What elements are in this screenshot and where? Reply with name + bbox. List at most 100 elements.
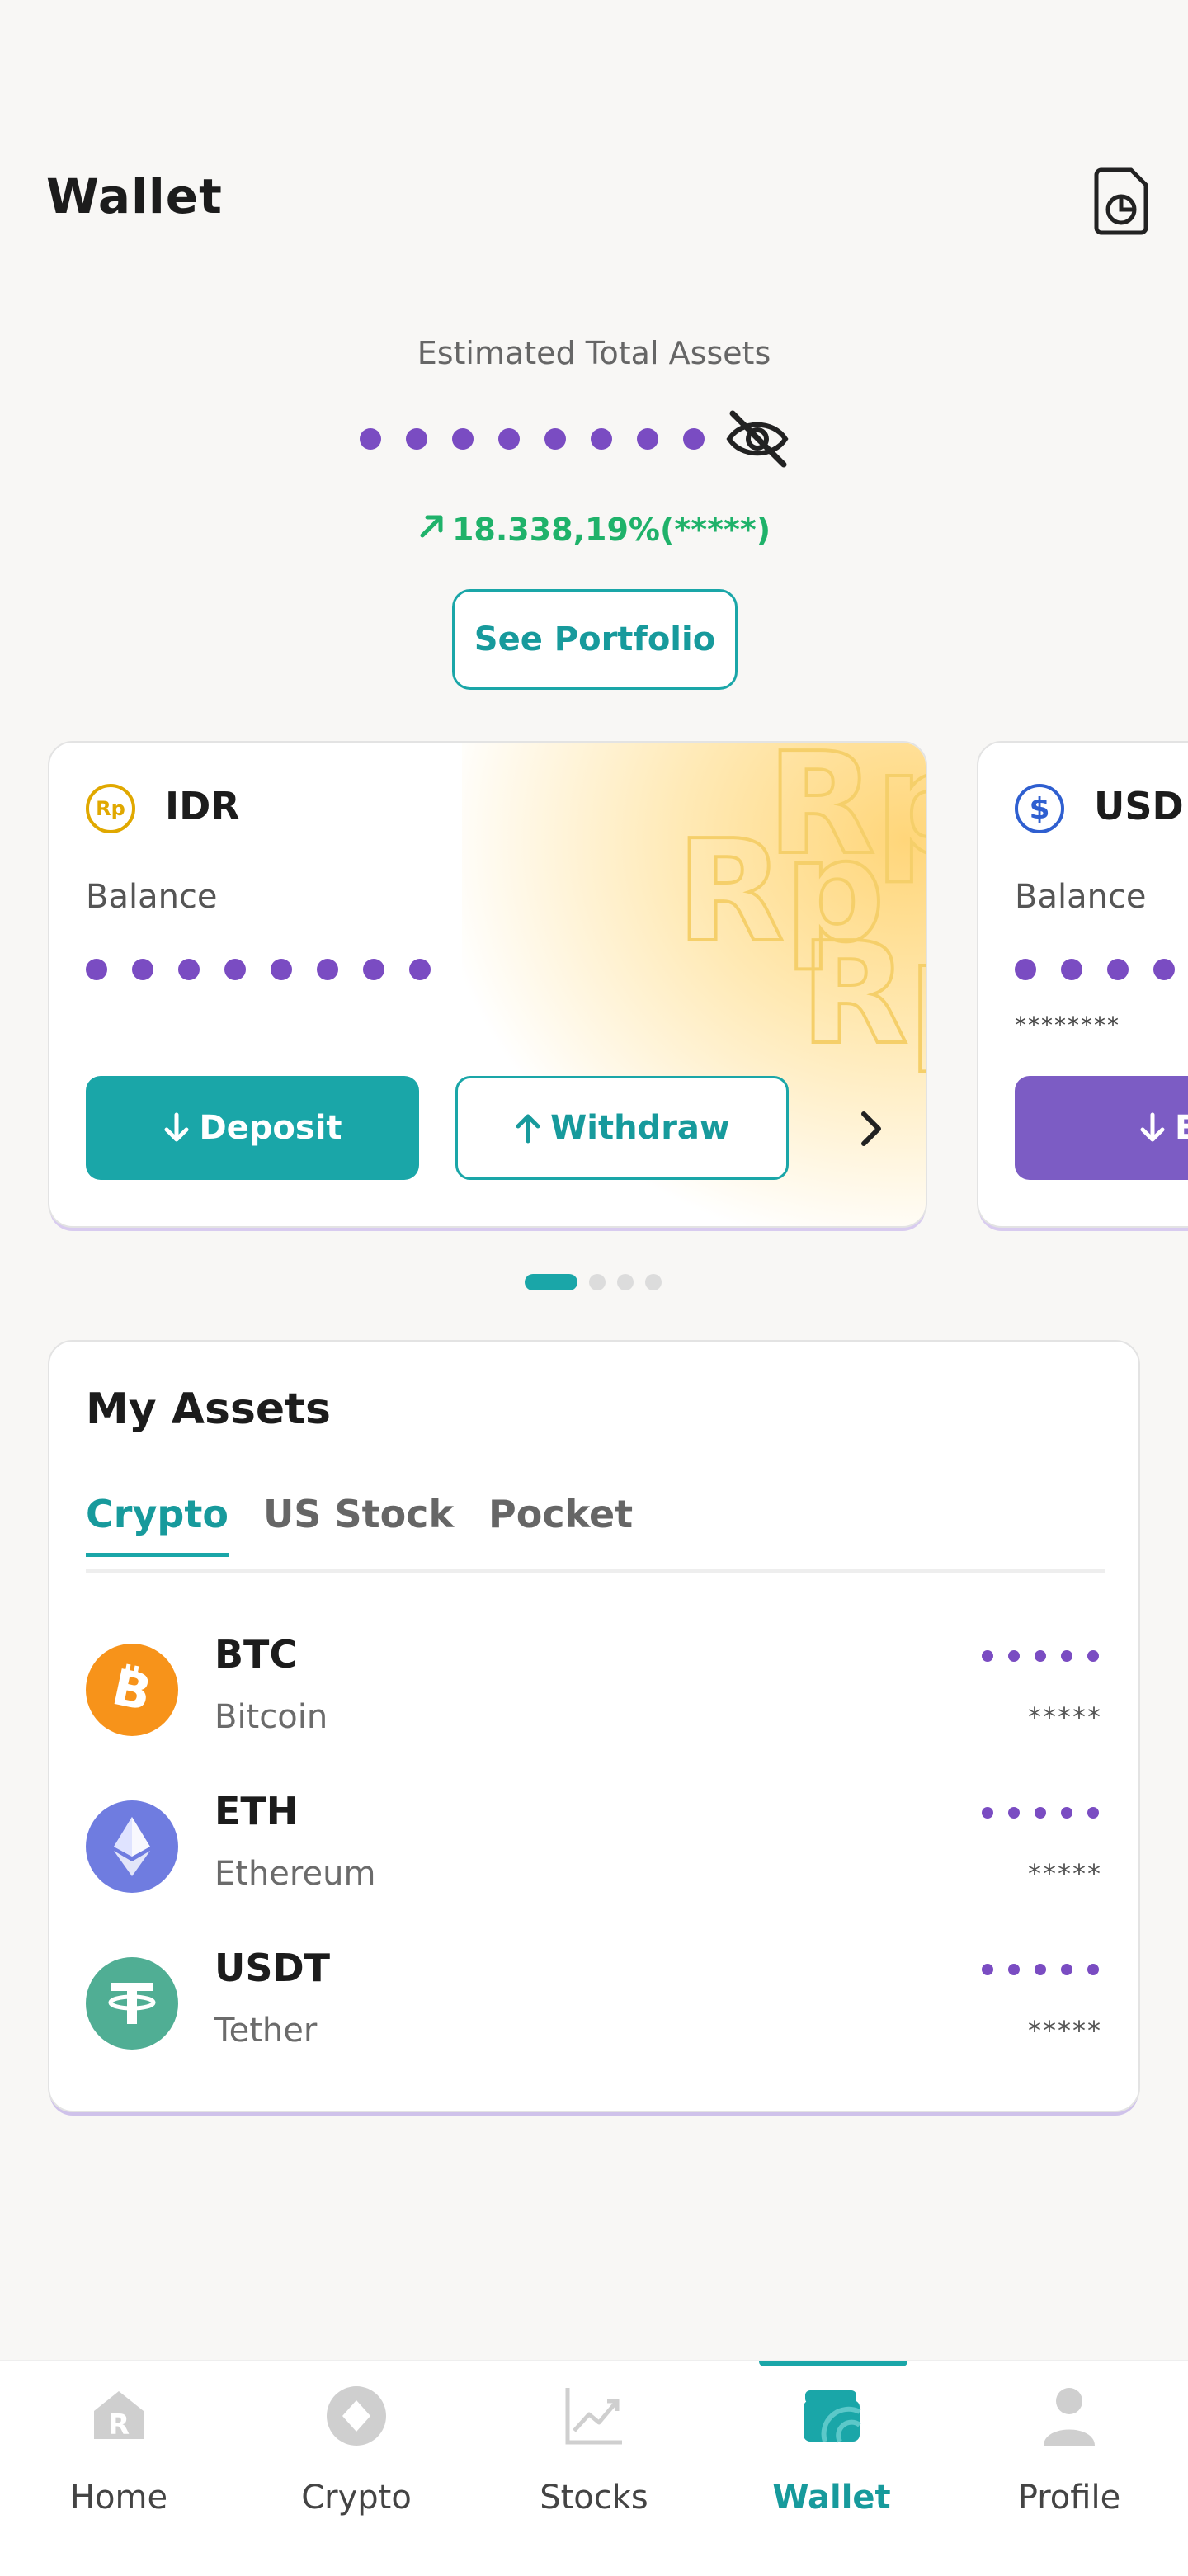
bitcoin-icon: B <box>86 1644 178 1736</box>
usd-action-label: E <box>1175 1109 1188 1147</box>
mask-dot <box>498 428 520 450</box>
svg-text:R: R <box>108 2409 130 2442</box>
nav-label: Home <box>69 2479 168 2517</box>
dollar-icon: $ <box>1015 784 1064 833</box>
pager-dot-active[interactable] <box>525 1274 578 1290</box>
stocks-chart-icon <box>559 2381 629 2451</box>
asset-row-usdt[interactable]: USDT Tether ***** <box>86 1946 1106 2078</box>
mask-dot <box>1015 959 1036 980</box>
rp-watermark: Rp <box>799 913 926 1076</box>
mask-dot <box>317 959 338 980</box>
nav-stocks[interactable]: Stocks <box>475 2381 713 2517</box>
value-masked: ***** <box>1028 1701 1102 1733</box>
mask-dot <box>1107 959 1129 980</box>
asset-symbol: BTC <box>214 1632 298 1677</box>
eye-off-icon <box>726 410 789 468</box>
nav-label: Profile <box>1017 2479 1121 2517</box>
idr-wallet-card[interactable]: Rp Rp Rp Rp IDR Balance Deposit Withdraw <box>48 741 927 1228</box>
asset-name: Tether <box>214 2012 318 2050</box>
withdraw-button[interactable]: Withdraw <box>455 1076 789 1180</box>
nav-crypto[interactable]: Crypto <box>238 2381 475 2517</box>
pager-dot[interactable] <box>589 1274 606 1290</box>
asset-symbol: USDT <box>214 1946 331 1990</box>
mask-dot <box>637 428 658 450</box>
home-icon: R <box>84 2381 153 2451</box>
asset-row-eth[interactable]: ETH Ethereum ***** <box>86 1789 1106 1921</box>
chevron-right-icon <box>861 1111 881 1146</box>
arrow-down-icon <box>164 1112 189 1142</box>
active-tab-indicator <box>759 2361 908 2366</box>
arrow-down-icon <box>1140 1112 1165 1142</box>
mask-dot <box>224 959 246 980</box>
masked-amount: ******** <box>1015 1012 1120 1039</box>
arrow-up-right-icon <box>417 512 446 548</box>
mask-dot <box>1153 959 1175 980</box>
card-pager <box>525 1274 673 1290</box>
bottom-navigation: R Home Crypto Stocks Wallet Profile <box>0 2360 1188 2576</box>
asset-name: Ethereum <box>214 1855 376 1893</box>
usd-wallet-card[interactable]: $ USD Balance ******** E <box>977 741 1188 1228</box>
toggle-visibility-button[interactable] <box>724 406 790 472</box>
profit-change: 18.338,19%(*****) <box>0 512 1188 548</box>
nav-label: Stocks <box>540 2479 648 2517</box>
asset-row-btc[interactable]: B BTC Bitcoin ***** <box>86 1632 1106 1764</box>
nav-label: Wallet <box>772 2479 891 2517</box>
balance-masked <box>86 959 455 980</box>
report-button[interactable] <box>1087 162 1157 241</box>
tab-us-stock[interactable]: US Stock <box>263 1492 454 1557</box>
pager-dot[interactable] <box>617 1274 634 1290</box>
mask-dot <box>178 959 200 980</box>
wallet-icon <box>797 2381 866 2451</box>
deposit-button[interactable]: Deposit <box>86 1076 419 1180</box>
mask-dot <box>409 959 431 980</box>
usd-action-button[interactable]: E <box>1015 1076 1188 1180</box>
tabs-divider <box>86 1569 1106 1573</box>
tab-pocket[interactable]: Pocket <box>488 1492 633 1557</box>
currency-name: IDR <box>165 784 240 828</box>
amount-masked <box>967 1650 1099 1662</box>
mask-dot <box>683 428 705 450</box>
assets-title: My Assets <box>86 1385 331 1434</box>
profile-icon <box>1035 2381 1104 2451</box>
mask-dot <box>132 959 153 980</box>
nav-label: Crypto <box>301 2479 412 2517</box>
asset-symbol: ETH <box>214 1789 299 1833</box>
mask-dot <box>360 428 381 450</box>
asset-name: Bitcoin <box>214 1698 328 1736</box>
file-chart-icon <box>1094 167 1148 235</box>
ethereum-icon <box>86 1800 178 1893</box>
mask-dot <box>591 428 612 450</box>
pager-dot[interactable] <box>645 1274 662 1290</box>
mask-dot <box>363 959 384 980</box>
nav-profile[interactable]: Profile <box>950 2381 1188 2517</box>
value-masked: ***** <box>1028 1858 1102 1890</box>
profit-change-text: 18.338,19%(*****) <box>451 512 771 548</box>
nav-wallet[interactable]: Wallet <box>713 2381 950 2517</box>
balance-masked <box>1015 959 1188 980</box>
mask-dot <box>86 959 107 980</box>
asset-tabs: Crypto US Stock Pocket <box>86 1492 667 1557</box>
currency-name: USD <box>1094 784 1184 828</box>
arrow-up-icon <box>516 1114 540 1144</box>
rupiah-icon: Rp <box>86 784 135 833</box>
balance-label: Balance <box>1015 878 1147 916</box>
svg-text:B: B <box>107 1661 156 1719</box>
page-title: Wallet <box>46 168 223 224</box>
total-assets-label: Estimated Total Assets <box>417 335 771 371</box>
nav-home[interactable]: R Home <box>0 2381 238 2517</box>
my-assets-card: My Assets Crypto US Stock Pocket B BTC B… <box>48 1340 1140 2112</box>
withdraw-label: Withdraw <box>550 1109 730 1147</box>
total-assets-masked <box>360 410 790 468</box>
mask-dot <box>452 428 474 450</box>
amount-masked <box>967 1964 1099 1975</box>
mask-dot <box>1061 959 1082 980</box>
mask-dot <box>406 428 427 450</box>
tab-crypto[interactable]: Crypto <box>86 1492 229 1557</box>
value-masked: ***** <box>1028 2015 1102 2046</box>
mask-dot <box>271 959 292 980</box>
balance-label: Balance <box>86 878 218 916</box>
more-actions-button[interactable] <box>838 1096 904 1162</box>
deposit-label: Deposit <box>199 1109 342 1147</box>
amount-masked <box>967 1807 1099 1819</box>
see-portfolio-button[interactable]: See Portfolio <box>452 589 738 690</box>
